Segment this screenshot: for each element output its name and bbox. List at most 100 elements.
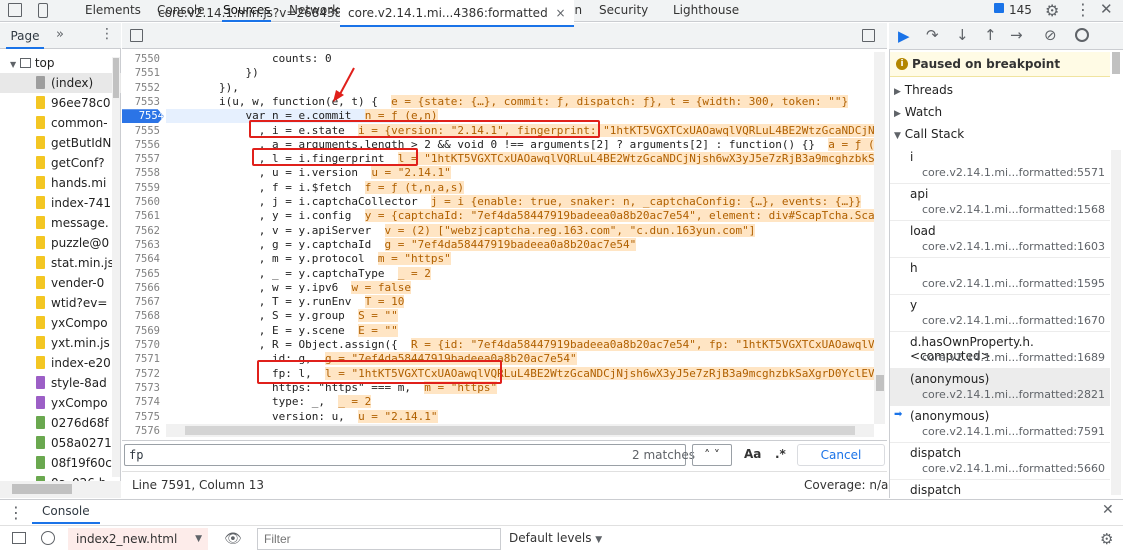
tab-page[interactable]: Page (6, 23, 44, 49)
editor-vscroll-thumb[interactable] (876, 375, 884, 391)
issues-icon[interactable] (994, 3, 1004, 13)
code-line[interactable]: , m = y.protocol m = "https" (166, 252, 451, 266)
debugger-scrollbar-track[interactable] (1111, 150, 1121, 495)
navigator-hscroll-thumb[interactable] (12, 484, 72, 494)
deactivate-breakpoints-icon[interactable]: ⊘ (1044, 26, 1057, 44)
step-out-icon[interactable]: ↑ (984, 26, 997, 44)
step-over-icon[interactable]: ↷ (926, 26, 939, 44)
code-line[interactable]: , a = arguments.length > 2 && void 0 !==… (166, 137, 874, 152)
line-number[interactable]: 7564 (122, 252, 160, 266)
close-drawer-icon[interactable]: ✕ (1102, 502, 1114, 518)
tree-file-item[interactable]: common- (0, 113, 121, 133)
tree-file-item[interactable]: hands.mi (0, 173, 121, 193)
call-stack-frame[interactable]: ➡ (anonymous) core.v2.14.1.mi...formatted:… (890, 406, 1110, 443)
search-cancel-button[interactable]: Cancel (797, 444, 885, 466)
log-levels-dropdown[interactable]: Default levels ▼ (509, 531, 602, 545)
editor-tab-formatted[interactable]: core.v2.14.1.mi...4386:formatted × (340, 0, 574, 27)
line-number[interactable]: 7568 (122, 309, 160, 323)
editor-tab-minified[interactable]: core.v2.14.1.min.js?v=2684386 (158, 0, 350, 26)
tab-lighthouse[interactable]: Lighthouse (672, 0, 740, 22)
line-number[interactable]: 7552 (122, 81, 160, 95)
tree-file-item[interactable]: 0276d68f (0, 413, 121, 433)
console-settings-gear-icon[interactable]: ⚙ (1100, 530, 1113, 548)
code-line[interactable]: , w = y.ipv6 w = false (166, 280, 412, 295)
line-number[interactable]: 7551 (122, 66, 160, 80)
call-stack-frame[interactable]: dispatch core.v2.14.1.mi...formatted:5660 (890, 443, 1110, 480)
tree-file-item[interactable]: message. (0, 213, 121, 233)
search-input[interactable]: fp (129, 448, 143, 462)
resume-icon[interactable]: ▶ (898, 27, 910, 45)
frame-location[interactable]: core.v2.14.1.mi...formatted:1670 (922, 314, 1105, 327)
frame-location[interactable]: core.v2.14.1.mi...formatted:1603 (922, 240, 1105, 253)
tab-elements[interactable]: Elements (84, 0, 142, 22)
frame-location[interactable]: core.v2.14.1.mi...formatted:1568 (922, 203, 1105, 216)
code-line[interactable]: , R = Object.assign({ R = {id: "7ef4da58… (166, 338, 874, 352)
console-sidebar-icon[interactable] (12, 532, 26, 544)
context-selector[interactable]: index2_new.html ▼ (68, 528, 208, 550)
frame-location[interactable]: core.v2.14.1.mi...formatted:7591 (922, 425, 1105, 438)
line-number[interactable]: 7558 (122, 166, 160, 180)
threads-section[interactable]: ▶ Threads (894, 80, 953, 100)
search-next-icon[interactable]: ˅ (714, 448, 720, 462)
coverage-status[interactable]: Coverage: n/a (804, 478, 888, 492)
call-stack-frame[interactable]: api core.v2.14.1.mi...formatted:1568 (890, 184, 1110, 221)
tree-file-item[interactable]: 08f19f60c (0, 453, 121, 473)
more-options-icon[interactable]: ⋮ (1075, 0, 1091, 19)
line-number[interactable]: 7572 (122, 367, 160, 381)
code-line[interactable]: type: _, _ = 2 (166, 395, 372, 409)
tree-file-item[interactable]: yxt.min.js (0, 333, 121, 353)
code-line[interactable]: , i = e.state i = {version: "2.14.1", fi… (166, 123, 874, 138)
settings-gear-icon[interactable]: ⚙ (1045, 1, 1059, 20)
line-number[interactable]: 7570 (122, 338, 160, 352)
tree-file-item[interactable]: yxCompo (0, 313, 121, 333)
line-number[interactable]: 7562 (122, 224, 160, 238)
line-number[interactable]: 7556 (122, 138, 160, 152)
line-number[interactable]: 7575 (122, 410, 160, 424)
inspect-element-icon[interactable] (8, 3, 22, 17)
clear-console-icon[interactable] (41, 531, 55, 545)
frame-location[interactable]: core.v2.14.1.mi...formatted:5571 (922, 166, 1105, 179)
line-number[interactable]: 7560 (122, 195, 160, 209)
code-line[interactable]: var n = e.commit n = ƒ (e,n) (166, 109, 438, 124)
line-number[interactable]: 7567 (122, 295, 160, 309)
toggle-debugger-icon[interactable] (862, 29, 875, 42)
code-line[interactable]: fp: l, l = "1htKT5VGXTCxUAOawqlVQRLuL4BE… (166, 366, 874, 381)
line-number[interactable]: 7555 (122, 124, 160, 138)
tab-security[interactable]: Security (598, 0, 649, 22)
navigator-scrollbar-track[interactable] (112, 57, 120, 477)
line-number[interactable]: 7553 (122, 95, 160, 109)
line-number[interactable]: 7574 (122, 395, 160, 409)
line-number[interactable]: 7565 (122, 267, 160, 281)
code-line[interactable]: , S = y.group S = "" (166, 309, 398, 323)
issues-count[interactable]: 145 (1009, 3, 1032, 17)
code-line[interactable]: }), (166, 81, 239, 95)
code-line[interactable]: , g = y.captchaId g = "7ef4da58447919bad… (166, 237, 637, 252)
line-number[interactable]: 7571 (122, 352, 160, 366)
tree-file-item[interactable]: index-e20 (0, 353, 121, 373)
close-tab-icon[interactable]: × (556, 6, 566, 20)
tree-file-item[interactable]: (index) (0, 73, 121, 93)
more-tabs-icon[interactable]: » (56, 27, 64, 42)
close-devtools-icon[interactable]: ✕ (1100, 0, 1113, 18)
search-input-box[interactable] (124, 444, 686, 466)
code-line[interactable]: , f = i.$fetch f = ƒ (t,n,a,s) (166, 180, 465, 195)
tree-file-item[interactable]: puzzle@0 (0, 233, 121, 253)
editor-hscroll-thumb[interactable] (185, 426, 855, 435)
code-line[interactable]: version: u, u = "2.14.1" (166, 409, 438, 424)
debugger-scrollbar-thumb[interactable] (1112, 52, 1120, 74)
code-line[interactable]: , _ = y.captchaType _ = 2 (166, 266, 431, 281)
line-number[interactable]: 7566 (122, 281, 160, 295)
match-case-button[interactable]: Aa (744, 447, 761, 461)
console-filter-input[interactable] (257, 528, 501, 550)
code-line[interactable]: , y = i.config y = {captchaId: "7ef4da58… (166, 209, 874, 223)
line-number[interactable]: 7569 (122, 324, 160, 338)
regex-button[interactable]: .* (775, 447, 786, 461)
frame-location[interactable]: core.v2.14.1.mi...formatted:1595 (922, 277, 1105, 290)
call-stack-frame[interactable]: d.hasOwnProperty.h.<computed> core.v2.14.… (890, 332, 1110, 369)
live-expression-eye-icon[interactable]: 👁 (224, 531, 242, 547)
line-number[interactable]: 7554 (122, 109, 164, 124)
code-line[interactable]: , v = y.apiServer v = (2) ["webzjcaptcha… (166, 223, 756, 238)
line-number-gutter[interactable]: 7550 7551 7552 7553 7554 7555 7556 7557 7558 7559… (122, 50, 164, 437)
code-editor[interactable]: counts: 0 }) }), i(u, w, function(e, t) … (166, 50, 874, 424)
code-line[interactable]: , j = i.captchaCollector j = i {enable: … (166, 195, 862, 209)
